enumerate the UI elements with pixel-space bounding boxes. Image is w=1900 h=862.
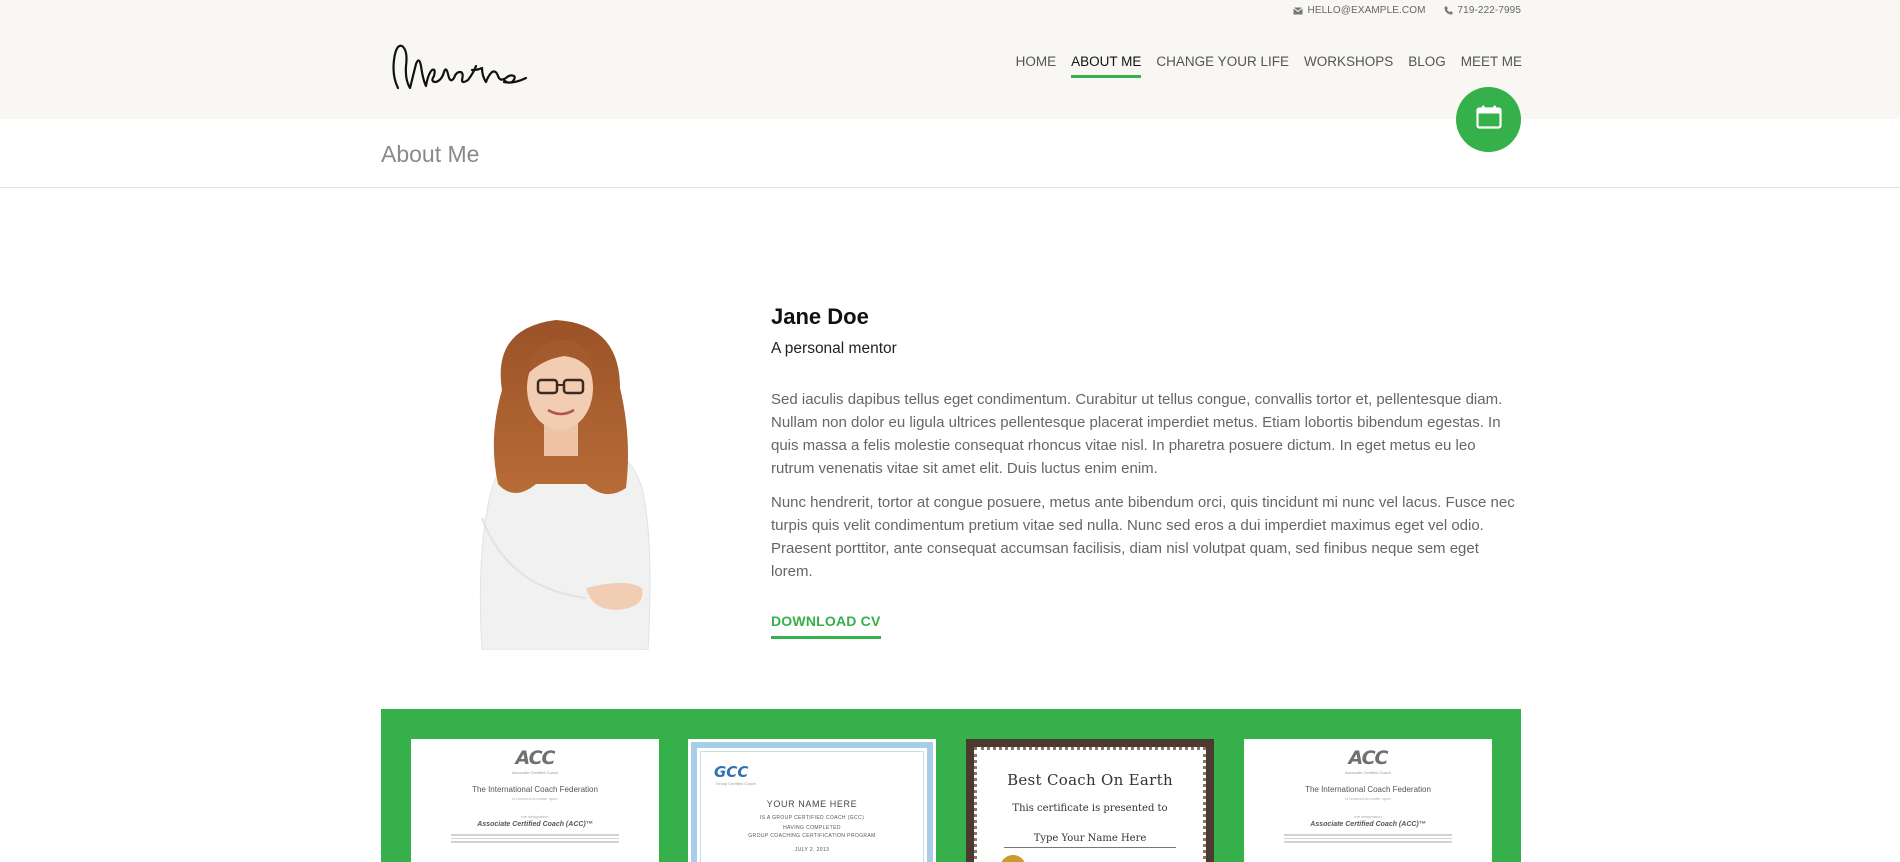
nav-workshops[interactable]: WORKSHOPS xyxy=(1304,54,1393,78)
acc-logo-sub: Associate Certified Coach xyxy=(511,770,559,775)
profile-photo xyxy=(436,288,688,650)
page-title: About Me xyxy=(381,141,480,167)
phone-icon xyxy=(1444,6,1453,15)
best-signature-line xyxy=(1004,847,1176,848)
acc-title: Associate Certified Coach (ACC)™ xyxy=(1310,821,1426,828)
certificate-acc[interactable]: ACC Associate Certified Coach The Intern… xyxy=(411,739,659,862)
best-subtitle: This certificate is presented to xyxy=(1012,803,1168,814)
certificates-gallery: ACC Associate Certified Coach The Intern… xyxy=(381,709,1521,862)
certificate-gcc[interactable]: GCC Group Certified Coach YOUR NAME HERE… xyxy=(688,739,936,862)
gcc-recipient: YOUR NAME HERE xyxy=(766,799,858,809)
acc-logo-sub: Associate Certified Coach xyxy=(1344,770,1392,775)
best-recipient: Type Your Name Here xyxy=(1033,833,1147,844)
gcc-line-2: HAVING COMPLETED xyxy=(783,825,841,831)
acc-org: The International Coach Federation xyxy=(472,785,598,794)
acc-title: Associate Certified Coach (ACC)™ xyxy=(477,821,593,828)
certificate-acc-2[interactable]: ACC Associate Certified Coach The Intern… xyxy=(1244,739,1492,862)
phone-contact[interactable]: 719-222-7995 xyxy=(1444,5,1521,16)
acc-fine-print xyxy=(451,834,619,843)
gcc-logo-sub: Group Certified Coach xyxy=(716,781,756,786)
acc-org: The International Coach Federation xyxy=(1305,785,1431,794)
phone-text: 719-222-7995 xyxy=(1457,5,1521,16)
site-logo[interactable] xyxy=(388,36,530,96)
gcc-date: JULY 2, 2013 xyxy=(794,847,830,853)
acc-logo: ACC xyxy=(1348,747,1388,769)
nav-home[interactable]: HOME xyxy=(1016,54,1057,78)
acc-org-sub: is honored to confer upon xyxy=(512,796,558,801)
envelope-icon xyxy=(1292,6,1303,15)
acc-designation-lead: the designation xyxy=(1354,814,1382,819)
nav-change-your-life[interactable]: CHANGE YOUR LIFE xyxy=(1156,54,1289,78)
acc-designation-lead: the designation xyxy=(521,814,549,819)
calendar-button[interactable] xyxy=(1456,87,1521,152)
email-contact[interactable]: HELLO@EXAMPLE.COM xyxy=(1292,5,1426,16)
calendar-icon xyxy=(1475,105,1502,134)
gcc-logo: GCC xyxy=(714,763,749,781)
page-title-bar: About Me xyxy=(0,119,1900,188)
woman-portrait-illustration xyxy=(436,288,688,650)
nav-meet-me[interactable]: MEET ME xyxy=(1461,54,1522,78)
email-text: HELLO@EXAMPLE.COM xyxy=(1307,5,1426,16)
site-header: HELLO@EXAMPLE.COM 719-222-7995 HOME ABOU… xyxy=(0,0,1900,119)
profile-name: Jane Doe xyxy=(771,304,869,329)
acc-org-sub: is honored to confer upon xyxy=(1345,796,1391,801)
gcc-line-1: IS A GROUP CERTIFIED COACH (GCC) xyxy=(759,815,865,821)
mentor-signature-logo xyxy=(392,44,528,90)
profile-subtitle: A personal mentor xyxy=(771,340,897,357)
download-cv-link[interactable]: DOWNLOAD CV xyxy=(771,613,881,639)
bio-paragraph-1: Sed iaculis dapibus tellus eget condimen… xyxy=(771,391,1503,477)
acc-logo: ACC xyxy=(515,747,555,769)
certificate-best-coach[interactable]: Best Coach On Earth This certificate is … xyxy=(966,739,1214,862)
nav-about-me[interactable]: ABOUT ME xyxy=(1071,54,1142,78)
best-title: Best Coach On Earth xyxy=(1007,771,1173,789)
bio-paragraph-2: Nunc hendrerit, tortor at congue posuere… xyxy=(771,494,1515,580)
gcc-line-3: GROUP COACHING CERTIFICATION PROGRAM xyxy=(748,833,876,839)
acc-fine-print xyxy=(1284,834,1452,843)
nav-blog[interactable]: BLOG xyxy=(1408,54,1446,78)
main-nav: HOME ABOUT ME CHANGE YOUR LIFE WORKSHOPS… xyxy=(1016,54,1522,78)
profile-bio: Jane Doe A personal mentor Sed iaculis d… xyxy=(771,304,1521,639)
contact-bar: HELLO@EXAMPLE.COM 719-222-7995 xyxy=(1292,5,1521,16)
